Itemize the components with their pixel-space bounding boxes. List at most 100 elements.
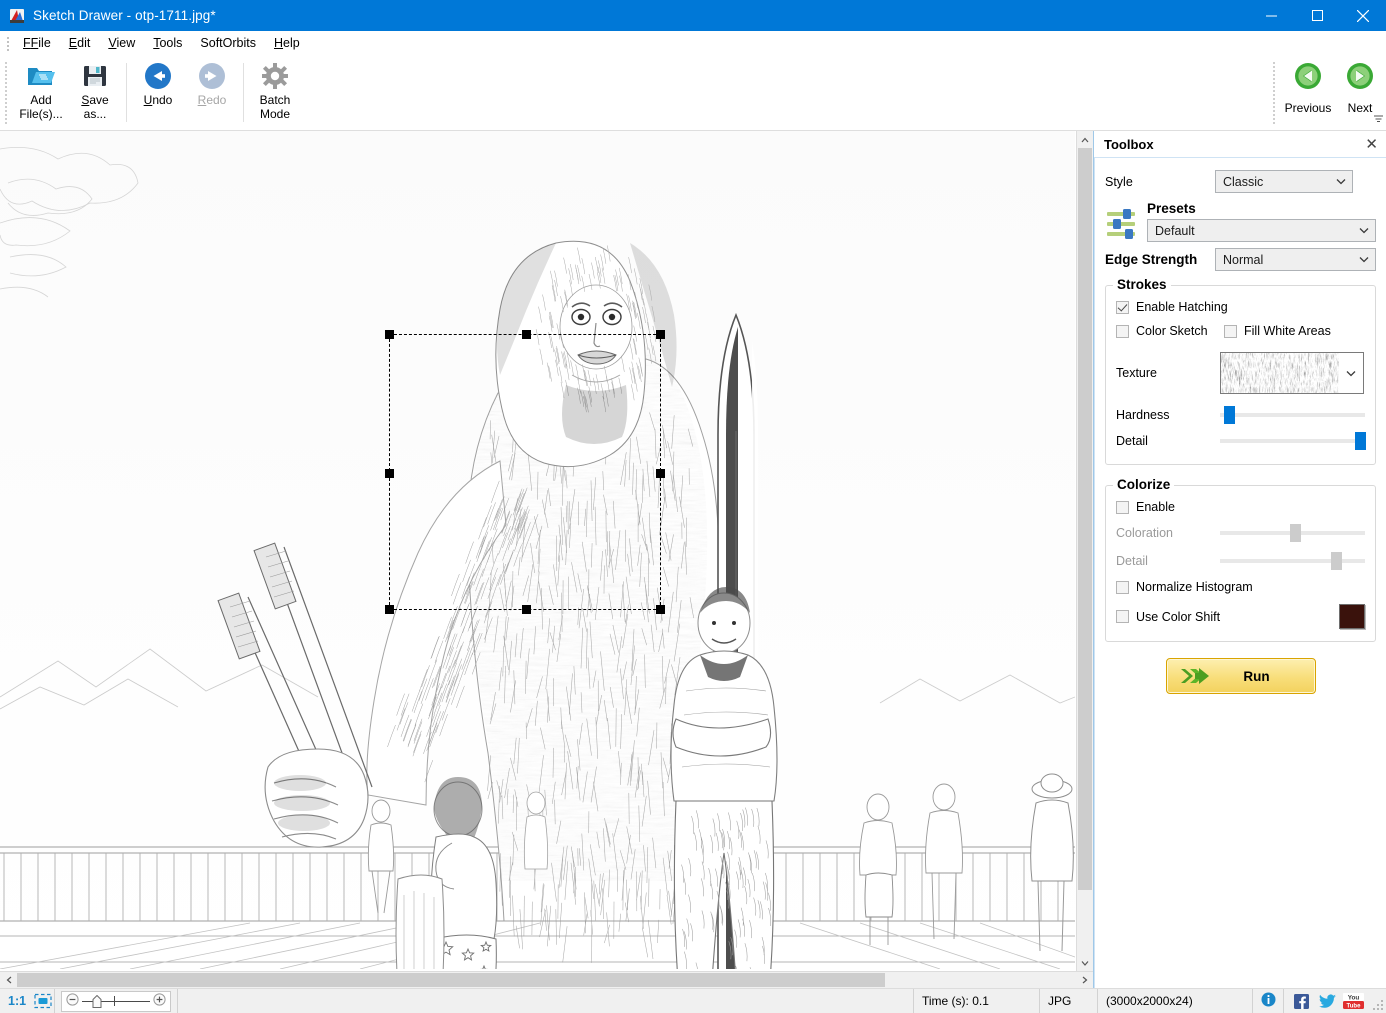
info-cell[interactable] — [1253, 989, 1284, 1013]
slider-thumb[interactable] — [1290, 524, 1301, 542]
zoom-slider[interactable] — [61, 991, 171, 1012]
vertical-scroll-track[interactable] — [1077, 148, 1093, 954]
menu-file[interactable]: FFile — [14, 33, 60, 53]
window-title: Sketch Drawer - otp-1711.jpg* — [33, 8, 216, 23]
selection-handle-n[interactable] — [522, 330, 531, 339]
format-label: JPG — [1048, 994, 1071, 1008]
scroll-up-button[interactable] — [1077, 131, 1093, 148]
redo-button[interactable]: Redo — [185, 55, 239, 130]
previous-button[interactable]: Previous — [1282, 55, 1334, 130]
presets-row: Presets Default — [1105, 201, 1376, 242]
selection-handle-w[interactable] — [385, 469, 394, 478]
toolbar-nav-group: Previous Next — [1268, 55, 1386, 130]
slider-thumb[interactable] — [1355, 432, 1366, 450]
hardness-row: Hardness — [1116, 406, 1365, 424]
color-sketch-checkbox[interactable]: Color Sketch — [1116, 324, 1224, 338]
canvas-horizontal-scrollbar[interactable] — [0, 971, 1093, 988]
open-folder-icon — [26, 61, 56, 91]
selection-handle-sw[interactable] — [385, 605, 394, 614]
edge-strength-dropdown[interactable]: Normal — [1215, 248, 1376, 271]
toolbar-grip-icon — [4, 61, 12, 124]
title-bar: Sketch Drawer - otp-1711.jpg* — [0, 0, 1386, 31]
style-label: Style — [1105, 175, 1215, 189]
colorize-detail-slider[interactable] — [1220, 552, 1365, 570]
menu-view[interactable]: View — [99, 33, 144, 53]
detail-row: Detail — [1116, 432, 1365, 450]
youtube-icon[interactable]: You Tube — [1342, 992, 1364, 1010]
colorize-enable-checkbox[interactable]: Enable — [1116, 500, 1175, 514]
slider-thumb[interactable] — [1331, 552, 1342, 570]
run-button[interactable]: Run — [1166, 658, 1316, 694]
undo-button[interactable]: Undo — [131, 55, 185, 130]
svg-text:Tube: Tube — [1346, 1004, 1361, 1009]
close-button[interactable] — [1340, 0, 1386, 31]
coloration-slider[interactable] — [1220, 524, 1365, 542]
presets-dropdown[interactable]: Default — [1147, 219, 1376, 242]
resize-grip-icon[interactable] — [1370, 989, 1386, 1013]
use-color-shift-checkbox[interactable]: Use Color Shift — [1116, 610, 1220, 624]
svg-text:You: You — [1347, 995, 1359, 1002]
selection-handle-nw[interactable] — [385, 330, 394, 339]
chevron-down-icon — [1081, 960, 1089, 966]
twitter-icon[interactable] — [1316, 992, 1338, 1010]
detail-slider[interactable] — [1220, 432, 1365, 450]
coloration-row: Coloration — [1116, 524, 1365, 542]
fill-white-areas-label: Fill White Areas — [1244, 324, 1331, 338]
zoom-in-icon[interactable] — [153, 993, 166, 1009]
edge-strength-row: Edge Strength Normal — [1105, 248, 1376, 271]
scroll-down-button[interactable] — [1077, 954, 1093, 971]
vertical-scroll-thumb[interactable] — [1078, 148, 1092, 890]
menu-help[interactable]: Help — [265, 33, 309, 53]
menu-tools[interactable]: Tools — [144, 33, 191, 53]
normalize-histogram-checkbox[interactable]: Normalize Histogram — [1116, 580, 1253, 594]
batch-mode-button[interactable]: Batch Mode — [248, 55, 302, 130]
time-label: Time (s): 0.1 — [922, 994, 989, 1008]
fill-white-areas-checkbox[interactable]: Fill White Areas — [1224, 324, 1331, 338]
minimize-button[interactable] — [1248, 0, 1294, 31]
zoom-out-icon[interactable] — [66, 993, 79, 1009]
selection-handle-se[interactable] — [656, 605, 665, 614]
image-canvas[interactable] — [0, 131, 1076, 971]
add-files-label: Add File(s)... — [19, 94, 62, 121]
minimize-icon — [1266, 10, 1277, 21]
toolbox-close-icon[interactable]: ✕ — [1365, 135, 1378, 153]
chevron-down-icon — [1339, 353, 1363, 393]
scroll-left-button[interactable] — [0, 972, 17, 988]
chevron-down-icon — [1353, 256, 1375, 263]
zoom-slider-thumb[interactable] — [92, 995, 102, 1008]
texture-dropdown[interactable] — [1220, 352, 1364, 394]
toolbar-overflow-icon[interactable] — [1373, 114, 1384, 126]
checkbox-icon — [1224, 325, 1237, 338]
color-shift-swatch[interactable] — [1339, 604, 1365, 629]
format-cell: JPG — [1040, 989, 1098, 1013]
menu-bar: FFile Edit View Tools SoftOrbits Help — [0, 31, 1386, 55]
save-as-button[interactable]: Save as... — [68, 55, 122, 130]
horizontal-scroll-thumb[interactable] — [17, 973, 885, 987]
maximize-button[interactable] — [1294, 0, 1340, 31]
selection-handle-s[interactable] — [522, 605, 531, 614]
hardness-label: Hardness — [1116, 408, 1220, 422]
batch-mode-label: Batch Mode — [260, 94, 291, 121]
hardness-slider[interactable] — [1220, 406, 1365, 424]
menu-edit[interactable]: Edit — [60, 33, 100, 53]
info-icon[interactable] — [1261, 992, 1276, 1010]
selection-handle-ne[interactable] — [656, 330, 665, 339]
facebook-icon[interactable] — [1290, 992, 1312, 1010]
menu-softorbits[interactable]: SoftOrbits — [191, 33, 265, 53]
canvas-vertical-scrollbar[interactable] — [1076, 131, 1093, 971]
chevron-up-icon — [1081, 137, 1089, 143]
scroll-right-button[interactable] — [1076, 972, 1093, 988]
toolbar-separator — [126, 63, 127, 122]
zoom-ratio-label[interactable]: 1:1 — [0, 994, 32, 1008]
selection-handle-e[interactable] — [656, 469, 665, 478]
slider-thumb[interactable] — [1224, 406, 1235, 424]
fit-to-window-icon[interactable] — [32, 993, 54, 1009]
slider-track — [1220, 413, 1365, 417]
selection-rectangle[interactable] — [389, 334, 661, 610]
enable-hatching-checkbox[interactable]: Enable Hatching — [1116, 300, 1228, 314]
style-dropdown[interactable]: Classic — [1215, 170, 1353, 193]
work-area: Toolbox ✕ Style Classic Presets Default … — [0, 131, 1386, 988]
horizontal-scroll-track[interactable] — [17, 972, 1076, 988]
add-files-button[interactable]: Add File(s)... — [14, 55, 68, 130]
menu-grip-icon — [4, 35, 12, 51]
